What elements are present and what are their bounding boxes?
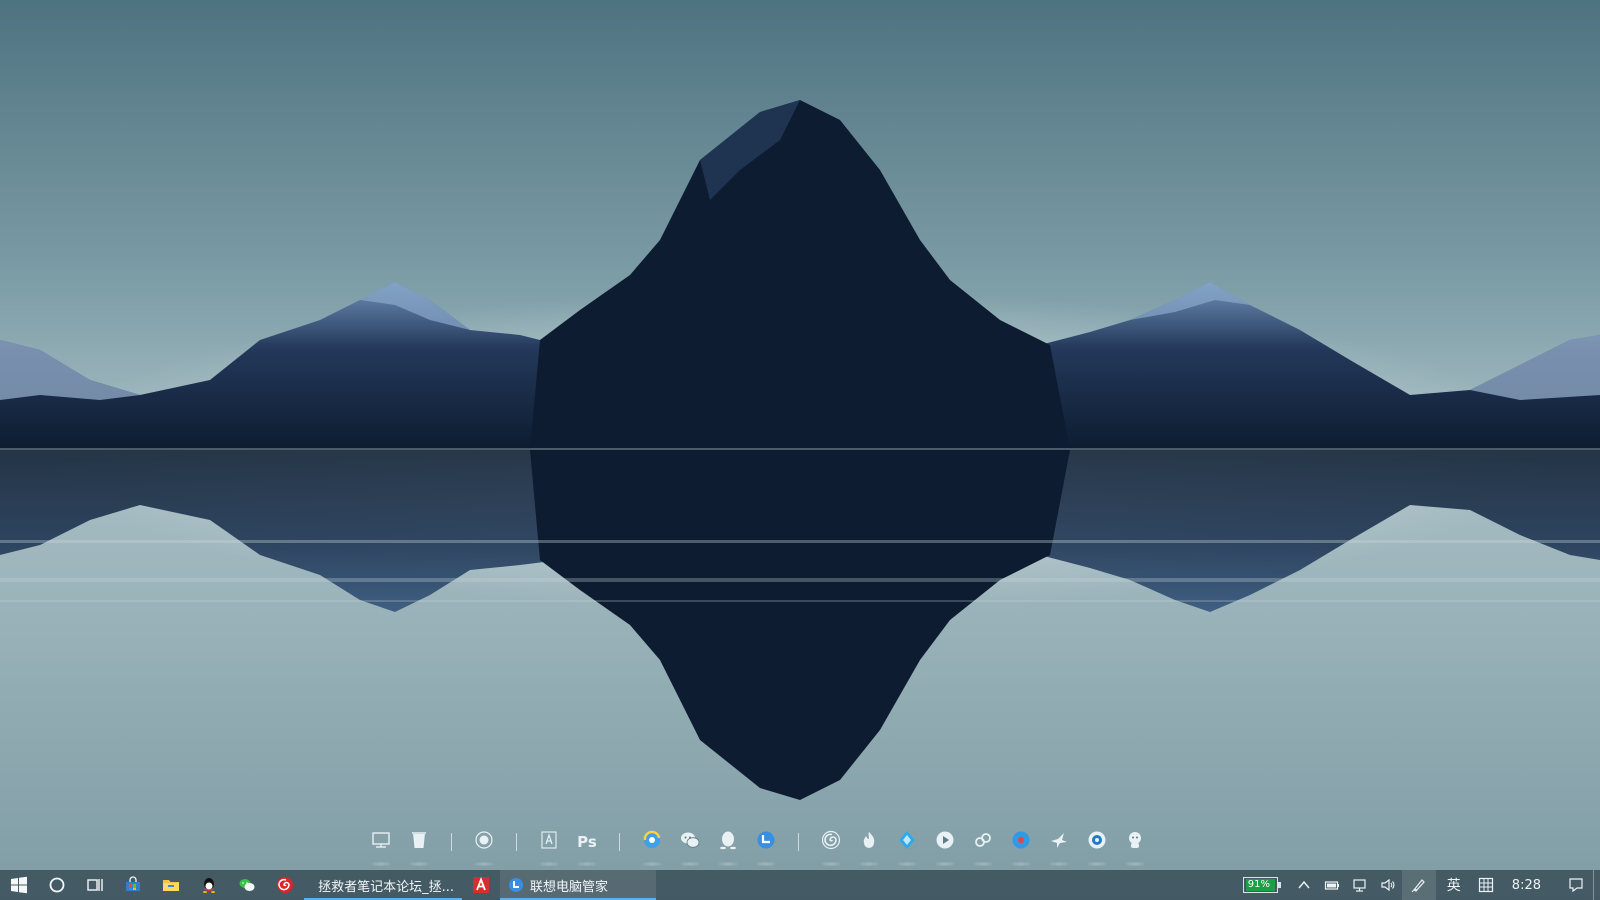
record-icon xyxy=(473,829,495,855)
qq-dock-button[interactable] xyxy=(709,824,747,866)
desktop-wallpaper xyxy=(0,100,1600,800)
network-icon xyxy=(1353,879,1366,892)
diamond-dock-button[interactable] xyxy=(888,824,926,866)
qq-taskbar-button[interactable] xyxy=(190,870,228,900)
wechat-taskbar-icon xyxy=(239,879,255,891)
video-player-dock-button[interactable] xyxy=(926,824,964,866)
record-dock-button[interactable] xyxy=(465,824,503,866)
wechat-icon xyxy=(679,829,701,855)
netease-music-dock-button[interactable] xyxy=(812,824,850,866)
store-icon xyxy=(126,876,140,891)
bird-dock-button[interactable] xyxy=(1040,824,1078,866)
wechat-dock-button[interactable] xyxy=(671,824,709,866)
netease-music-icon xyxy=(820,829,842,855)
recycle-bin-icon xyxy=(408,829,430,855)
file-explorer-button[interactable] xyxy=(152,870,190,900)
ime-grid-button[interactable] xyxy=(1472,870,1500,900)
pen-workspace-button[interactable] xyxy=(1401,870,1436,900)
ime-mode-button[interactable]: 英 xyxy=(1436,870,1472,900)
start-button[interactable] xyxy=(0,870,38,900)
keyboard-grid-icon xyxy=(1478,877,1493,893)
netease-taskbar-button[interactable] xyxy=(266,870,304,900)
taskbar-window-label: 拯救者笔记本论坛_拯... xyxy=(318,879,454,895)
taskbar: 拯救者笔记本论坛_拯... 联想电脑管家 91% 英 8:28 xyxy=(0,870,1600,900)
system-tray: 91% 英 8:28 xyxy=(1237,870,1600,900)
font-app-dock-button[interactable] xyxy=(530,824,568,866)
taskbar-window-browser[interactable]: 拯救者笔记本论坛_拯... xyxy=(304,870,462,900)
show-hidden-icons-button[interactable] xyxy=(1290,870,1318,900)
taskbar-window-lenovo-manager[interactable]: 联想电脑管家 xyxy=(500,870,656,900)
mascot-dock-button[interactable] xyxy=(1116,824,1154,866)
task-view-button[interactable] xyxy=(76,870,114,900)
bird-icon xyxy=(1048,829,1070,855)
acrobat-icon xyxy=(473,876,489,893)
battery-indicator[interactable]: 91% xyxy=(1237,870,1284,900)
mascot-icon xyxy=(1124,829,1146,855)
qq-taskbar-icon xyxy=(203,878,215,893)
browser-icon xyxy=(641,829,663,855)
dock-separator xyxy=(619,833,620,851)
notification-icon xyxy=(1569,878,1583,893)
camera-icon xyxy=(1086,829,1108,855)
qq-icon xyxy=(717,829,739,855)
recycle-bin-dock-button[interactable] xyxy=(400,824,438,866)
start-icon xyxy=(11,876,27,894)
volume-button[interactable] xyxy=(1374,870,1402,900)
link-dock-button[interactable] xyxy=(964,824,1002,866)
battery-percent: 91% xyxy=(1245,879,1275,891)
search-circle-icon xyxy=(49,877,65,893)
dock-separator xyxy=(451,833,452,851)
this-pc-dock-button[interactable] xyxy=(362,824,400,866)
network-button[interactable] xyxy=(1346,870,1374,900)
chevron-up-icon xyxy=(1298,880,1310,889)
fire-icon xyxy=(858,829,880,855)
lenovo-manager-dock-button[interactable] xyxy=(747,824,785,866)
battery-box: 91% xyxy=(1242,877,1281,893)
music-player-icon xyxy=(1010,829,1032,855)
acrobat-taskbar-button[interactable] xyxy=(462,870,500,900)
browser-dock-button[interactable] xyxy=(633,824,671,866)
store-button[interactable] xyxy=(114,870,152,900)
app-dock: Ps xyxy=(362,822,1238,866)
power-button[interactable] xyxy=(1318,870,1346,900)
diamond-icon xyxy=(896,829,918,855)
this-pc-icon xyxy=(370,829,392,855)
dock-separator xyxy=(798,833,799,851)
file-explorer-icon xyxy=(163,880,179,891)
clock[interactable]: 8:28 xyxy=(1500,870,1559,900)
show-desktop-button[interactable] xyxy=(1593,870,1600,900)
lenovo-manager-icon xyxy=(755,829,777,855)
battery-icon xyxy=(1324,881,1339,890)
speaker-icon xyxy=(1381,878,1395,892)
task-view-icon xyxy=(87,879,103,891)
photoshop-icon: Ps xyxy=(577,833,597,851)
taskbar-window-label: 联想电脑管家 xyxy=(530,879,609,895)
camera-dock-button[interactable] xyxy=(1078,824,1116,866)
search-button[interactable] xyxy=(38,870,76,900)
video-player-icon xyxy=(934,829,956,855)
action-center-button[interactable] xyxy=(1559,870,1593,900)
fire-dock-button[interactable] xyxy=(850,824,888,866)
wechat-taskbar-button[interactable] xyxy=(228,870,266,900)
dock-separator xyxy=(516,833,517,851)
font-app-icon xyxy=(538,829,560,855)
netease-taskbar-icon xyxy=(277,877,293,893)
pen-icon xyxy=(1411,879,1425,893)
photoshop-dock-button[interactable]: Ps xyxy=(568,824,606,866)
lenovo-window-icon xyxy=(509,878,523,892)
link-icon xyxy=(972,829,994,855)
music-player-dock-button[interactable] xyxy=(1002,824,1040,866)
